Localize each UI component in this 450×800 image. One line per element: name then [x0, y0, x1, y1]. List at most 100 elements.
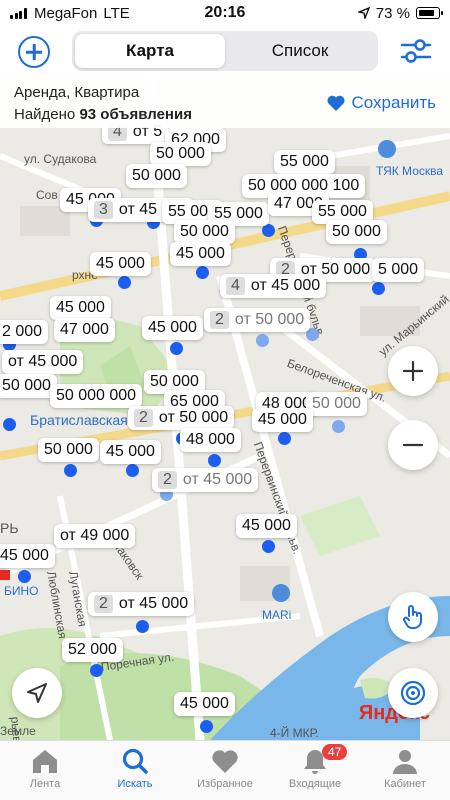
listing-marker[interactable]	[278, 432, 291, 445]
tab-profile[interactable]: Кабинет	[360, 741, 450, 800]
hand-pointer-icon	[403, 605, 422, 629]
listing-marker[interactable]	[126, 464, 139, 477]
add-listing-button[interactable]	[18, 36, 50, 68]
price-label[interactable]: 45 000	[0, 544, 55, 568]
map-view[interactable]: ул. Судакова Сов ТЯК Москва Перервинский…	[0, 76, 450, 740]
price-label[interactable]: 50 000	[326, 220, 387, 244]
price-label[interactable]: 50 000	[38, 438, 99, 462]
zoom-out-button[interactable]	[388, 420, 438, 470]
locate-button[interactable]	[388, 668, 438, 718]
listing-marker[interactable]	[372, 282, 385, 295]
price-label[interactable]: 45 000	[252, 408, 313, 432]
tab-feed[interactable]: Лента	[0, 741, 90, 800]
price-label-cluster[interactable]: 2 от 50 000	[128, 406, 235, 430]
home-icon	[33, 750, 57, 773]
gesture-button[interactable]	[388, 592, 438, 642]
price-label-cluster[interactable]: 2 от 50 000	[204, 308, 311, 332]
price-label[interactable]: 48 000	[180, 428, 241, 452]
tab-label: Входящие	[288, 778, 342, 790]
search-query: Аренда, Квартира	[14, 84, 140, 101]
price-label[interactable]: 50 000	[126, 164, 187, 188]
clock: 20:16	[204, 4, 246, 21]
tab-label: Избранное	[197, 778, 253, 790]
listing-marker[interactable]	[136, 620, 149, 633]
listing-marker[interactable]	[64, 464, 77, 477]
inbox-badge: 47	[322, 744, 348, 760]
price-label[interactable]: 45 000	[50, 296, 111, 320]
carrier-name: MegaFon	[34, 4, 98, 22]
price-label[interactable]: 45 000	[236, 514, 297, 538]
shop-icon	[378, 140, 396, 158]
person-icon	[393, 750, 417, 774]
price-label[interactable]: 47 000	[54, 318, 115, 342]
street-label: РЬ	[0, 520, 19, 536]
price-label[interactable]: 45 000	[174, 692, 235, 716]
listing-marker[interactable]	[3, 418, 16, 431]
listing-marker[interactable]	[118, 276, 131, 289]
sliders-icon	[400, 39, 432, 63]
price-label[interactable]: 2 000	[0, 320, 49, 344]
tab-map[interactable]: Карта	[75, 34, 225, 68]
tab-label: Кабинет	[384, 778, 426, 790]
street-label: Сов	[36, 188, 58, 202]
price-label[interactable]: 50 000	[174, 220, 235, 244]
metro-label: Братиславская	[30, 412, 128, 428]
heart-icon	[212, 750, 238, 773]
price-label[interactable]: 45 000	[100, 440, 161, 464]
filter-button[interactable]	[400, 36, 432, 66]
price-label[interactable]: от 49 000	[54, 524, 136, 548]
listing-marker[interactable]	[332, 420, 345, 433]
street-label: Земле	[0, 724, 36, 738]
price-label[interactable]: 55 000	[274, 150, 335, 174]
price-label[interactable]: 50 000	[150, 142, 211, 166]
shop-icon	[272, 584, 290, 602]
price-label[interactable]: 50 000 000	[50, 384, 143, 408]
price-label[interactable]: 45 000	[90, 252, 151, 276]
poi-label: МАRi	[262, 608, 292, 622]
tab-inbox[interactable]: 47 Входящие	[270, 741, 360, 800]
price-label[interactable]: 45 000	[142, 316, 203, 340]
listing-marker[interactable]	[90, 664, 103, 677]
listing-marker[interactable]	[196, 266, 209, 279]
navigate-button[interactable]	[12, 668, 62, 718]
price-label[interactable]: 50 000	[306, 392, 367, 416]
tab-favorites[interactable]: Избранное	[180, 741, 270, 800]
listing-marker[interactable]	[262, 224, 275, 237]
minus-icon	[402, 443, 424, 447]
metro-label: БИНО	[4, 584, 39, 598]
listing-marker[interactable]	[208, 454, 221, 467]
price-label[interactable]: 5 000	[372, 258, 425, 282]
tab-list[interactable]: Список	[225, 34, 375, 68]
listing-marker[interactable]	[262, 540, 275, 553]
price-label-cluster[interactable]: 4 от 45 000	[220, 274, 327, 298]
poi-label: ТЯК Москва	[376, 164, 444, 178]
target-icon	[400, 680, 426, 706]
plus-icon	[402, 360, 424, 382]
battery-icon	[416, 7, 443, 19]
zoom-in-button[interactable]	[388, 346, 438, 396]
street-label: 4-Й МКР.	[270, 726, 319, 740]
signal-icon	[10, 7, 28, 19]
location-arrow-icon	[357, 7, 370, 19]
price-label[interactable]: 50 000	[0, 374, 57, 398]
price-label[interactable]: 52 000	[62, 638, 123, 662]
street-label: ул. Судакова	[24, 152, 97, 166]
price-label-cluster[interactable]: 2 от 45 000	[152, 468, 259, 492]
listing-marker[interactable]	[256, 334, 269, 347]
listing-marker[interactable]	[18, 570, 31, 583]
listing-marker[interactable]	[170, 342, 183, 355]
listing-marker[interactable]	[200, 720, 213, 733]
heart-icon	[326, 95, 345, 111]
tab-search[interactable]: Искать	[90, 741, 180, 800]
search-summary: Аренда, Квартира Найдено 93 объявления С…	[0, 76, 450, 128]
price-label[interactable]: от 45 000	[2, 350, 84, 374]
navigation-arrow-icon	[27, 683, 47, 703]
save-label: Сохранить	[351, 93, 436, 112]
price-label[interactable]: 45 000	[170, 242, 231, 266]
bottom-tab-bar: Лента Искать Избранное 47 Входящие Кабин…	[0, 740, 450, 800]
save-search-button[interactable]: Сохранить	[326, 93, 436, 113]
tab-label: Лента	[29, 778, 61, 790]
top-header: Карта Список	[0, 28, 450, 74]
status-bar: MegaFon LTE 20:16 73 %	[0, 0, 450, 26]
price-label-cluster[interactable]: 2 от 45 000	[88, 592, 195, 616]
